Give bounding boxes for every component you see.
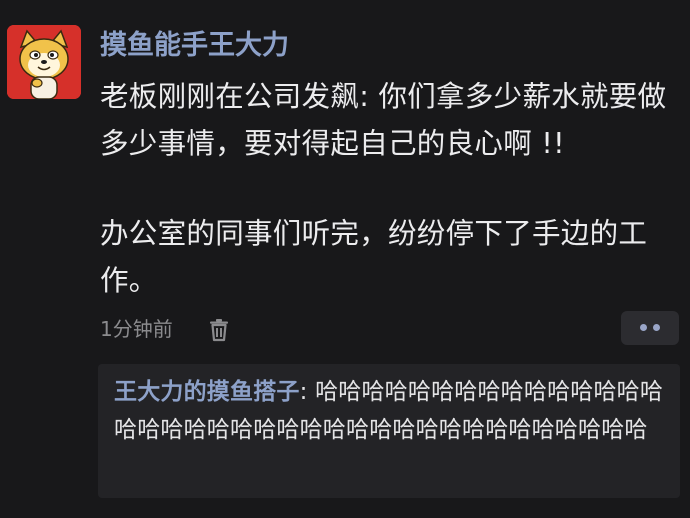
more-dots-icon (653, 324, 660, 331)
reply-section: 王大力的摸鱼搭子: 哈哈哈哈哈哈哈哈哈哈哈哈哈哈哈哈哈哈哈哈哈哈哈哈哈哈哈哈哈哈… (98, 364, 680, 498)
reply-author-name[interactable]: 王大力的摸鱼搭子 (114, 379, 300, 405)
reply-separator: : (299, 379, 316, 405)
shiba-doge-avatar-icon (7, 25, 81, 99)
trash-icon[interactable] (207, 318, 231, 342)
post-paragraph: 办公室的同事们听完，纷纷停下了手边的工作。 (100, 217, 648, 297)
post-author-name[interactable]: 摸鱼能手王大力 (100, 26, 289, 66)
reply-item[interactable]: 王大力的摸鱼搭子: 哈哈哈哈哈哈哈哈哈哈哈哈哈哈哈哈哈哈哈哈哈哈哈哈哈哈哈哈哈哈… (114, 373, 670, 449)
more-button[interactable] (621, 311, 679, 345)
post-timestamp: 1分钟前 (100, 317, 173, 341)
more-dots-icon (640, 324, 647, 331)
post-paragraph: 老板刚刚在公司发飙: 你们拿多少薪水就要做多少事情，要对得起自己的良心啊 !! (100, 80, 667, 160)
avatar[interactable] (7, 25, 81, 99)
post-content: 老板刚刚在公司发飙: 你们拿多少薪水就要做多少事情，要对得起自己的良心啊 !! … (100, 73, 682, 304)
